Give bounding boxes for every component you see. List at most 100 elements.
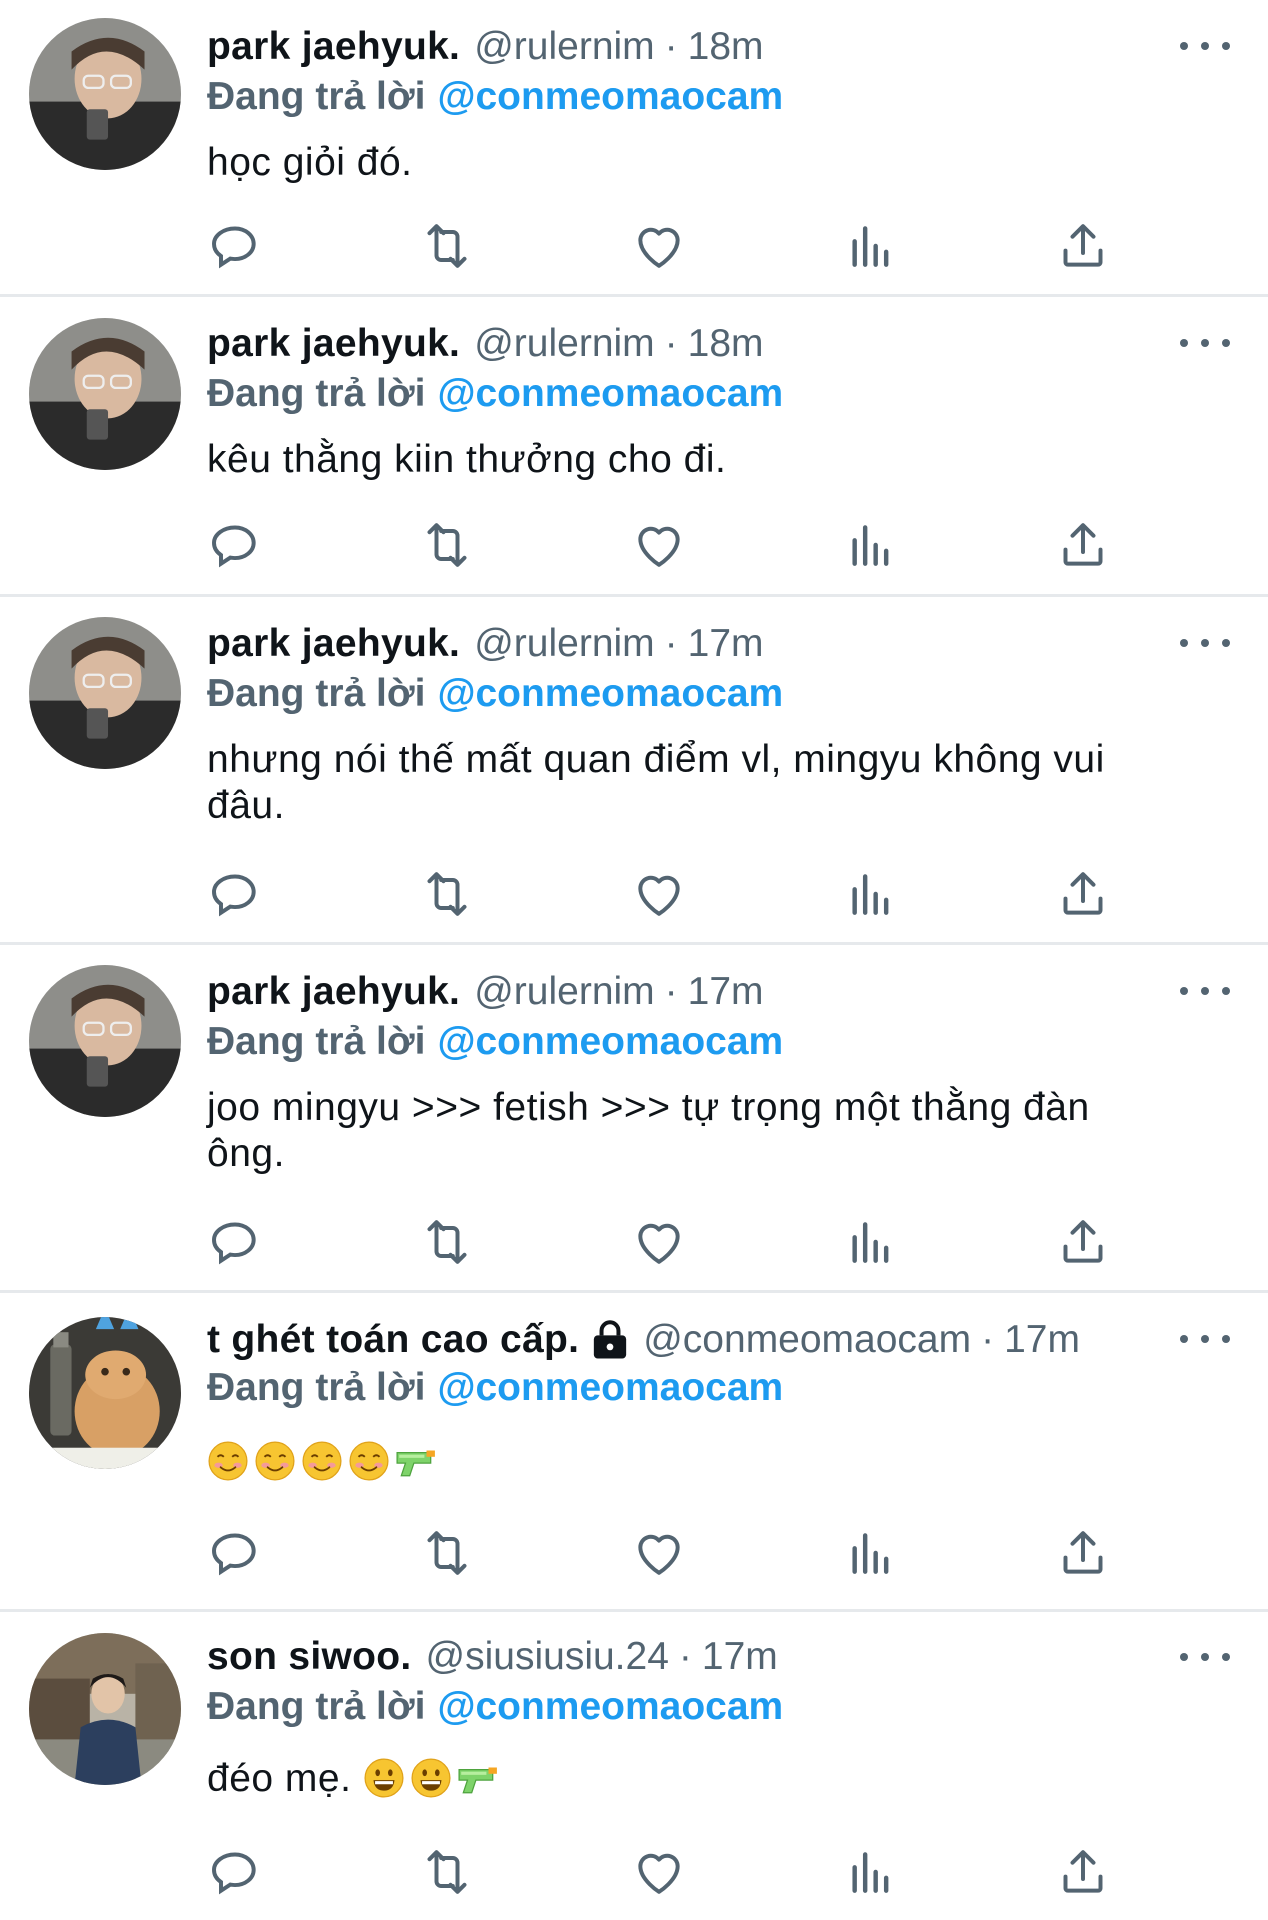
- separator-dot: ·: [981, 1318, 995, 1361]
- reply-icon[interactable]: [207, 1525, 263, 1581]
- reply-icon[interactable]: [207, 866, 263, 922]
- reply-mention-link[interactable]: @conmeomaocam: [437, 372, 783, 415]
- tweet-text: nhưng nói thế mất quan điểm vl, mingyu k…: [207, 737, 1207, 829]
- timestamp[interactable]: 17m: [688, 619, 764, 669]
- tweet[interactable]: park jaehyuk. @rulernim · 18m Đang trả l…: [0, 0, 1268, 294]
- share-icon[interactable]: [1055, 517, 1111, 573]
- reply-context: Đang trả lời @conmeomaocam: [207, 1017, 783, 1067]
- username-handle[interactable]: @conmeomaocam: [643, 1315, 971, 1365]
- more-icon[interactable]: [1180, 328, 1230, 358]
- retweet-icon[interactable]: [419, 1844, 475, 1900]
- display-name[interactable]: park jaehyuk.: [207, 967, 460, 1017]
- reply-mention-link[interactable]: @conmeomaocam: [437, 1020, 783, 1063]
- like-icon[interactable]: [631, 517, 687, 573]
- display-name[interactable]: park jaehyuk.: [207, 319, 460, 369]
- timestamp[interactable]: 17m: [1004, 1315, 1080, 1365]
- tweet-header: park jaehyuk. @rulernim · 18m: [207, 319, 764, 369]
- display-name[interactable]: park jaehyuk.: [207, 619, 460, 669]
- retweet-icon[interactable]: [419, 1214, 475, 1270]
- tweet[interactable]: park jaehyuk. @rulernim · 17m Đang trả l…: [0, 597, 1268, 942]
- more-icon[interactable]: [1180, 976, 1230, 1006]
- username-handle[interactable]: @rulernim: [474, 967, 654, 1017]
- timestamp[interactable]: 18m: [688, 22, 764, 72]
- reply-icon[interactable]: [207, 1214, 263, 1270]
- tweet-header: park jaehyuk. @rulernim · 17m: [207, 967, 764, 1017]
- timestamp[interactable]: 17m: [702, 1632, 778, 1682]
- reply-mention-link[interactable]: @conmeomaocam: [437, 1366, 783, 1409]
- share-icon[interactable]: [1055, 1525, 1111, 1581]
- action-bar: [207, 218, 1127, 274]
- tweet-header: son siwoo. @siusiusiu.24 · 17m: [207, 1632, 778, 1682]
- avatar[interactable]: [29, 18, 181, 170]
- share-icon[interactable]: [1055, 218, 1111, 274]
- username-handle[interactable]: @rulernim: [474, 319, 654, 369]
- reply-context: Đang trả lời @conmeomaocam: [207, 72, 783, 122]
- retweet-icon[interactable]: [419, 517, 475, 573]
- avatar[interactable]: [29, 1633, 181, 1785]
- tweet-header: park jaehyuk. @rulernim · 17m: [207, 619, 764, 669]
- like-icon[interactable]: [631, 1525, 687, 1581]
- username-handle[interactable]: @rulernim: [474, 619, 654, 669]
- replying-to-label: Đang trả lời: [207, 372, 426, 415]
- replying-to-label: Đang trả lời: [207, 1366, 426, 1409]
- tweet[interactable]: t ghét toán cao cấp. @conmeomaocam · 17m…: [0, 1293, 1268, 1609]
- share-icon[interactable]: [1055, 1844, 1111, 1900]
- views-icon[interactable]: [843, 866, 899, 922]
- share-icon[interactable]: [1055, 1214, 1111, 1270]
- reply-mention-link[interactable]: @conmeomaocam: [437, 1685, 783, 1728]
- timestamp[interactable]: 17m: [688, 967, 764, 1017]
- like-icon[interactable]: [631, 1844, 687, 1900]
- lock-icon: [591, 1320, 629, 1360]
- avatar[interactable]: [29, 617, 181, 769]
- timestamp[interactable]: 18m: [688, 319, 764, 369]
- reply-icon[interactable]: [207, 517, 263, 573]
- retweet-icon[interactable]: [419, 218, 475, 274]
- more-icon[interactable]: [1180, 628, 1230, 658]
- tweet-text: đéo mẹ.: [207, 1756, 1207, 1802]
- tweet[interactable]: son siwoo. @siusiusiu.24 · 17m Đang trả …: [0, 1612, 1268, 1920]
- reply-thread: park jaehyuk. @rulernim · 18m Đang trả l…: [0, 0, 1268, 1920]
- tweet-header: t ghét toán cao cấp. @conmeomaocam · 17m: [207, 1315, 1080, 1365]
- retweet-icon[interactable]: [419, 866, 475, 922]
- views-icon[interactable]: [843, 218, 899, 274]
- reply-mention-link[interactable]: @conmeomaocam: [437, 75, 783, 118]
- separator-dot: ·: [664, 622, 678, 665]
- smiling-face-emoji: [207, 1440, 249, 1482]
- display-name[interactable]: park jaehyuk.: [207, 22, 460, 72]
- display-name[interactable]: son siwoo.: [207, 1632, 412, 1682]
- tweet-text-line: ông.: [207, 1132, 285, 1175]
- reply-mention-link[interactable]: @conmeomaocam: [437, 672, 783, 715]
- like-icon[interactable]: [631, 218, 687, 274]
- like-icon[interactable]: [631, 1214, 687, 1270]
- retweet-icon[interactable]: [419, 1525, 475, 1581]
- avatar[interactable]: [29, 965, 181, 1117]
- views-icon[interactable]: [843, 1525, 899, 1581]
- avatar[interactable]: [29, 318, 181, 470]
- replying-to-label: Đang trả lời: [207, 75, 426, 118]
- tweet-text-line: nhưng nói thế mất quan điểm vl, mingyu k…: [207, 738, 1105, 781]
- tweet[interactable]: park jaehyuk. @rulernim · 18m Đang trả l…: [0, 297, 1268, 594]
- views-icon[interactable]: [843, 517, 899, 573]
- username-handle[interactable]: @siusiusiu.24: [426, 1632, 669, 1682]
- action-bar: [207, 866, 1127, 922]
- reply-context: Đang trả lời @conmeomaocam: [207, 1363, 783, 1413]
- reply-icon[interactable]: [207, 218, 263, 274]
- tweet-text: kêu thằng kiin thưởng cho đi.: [207, 438, 727, 481]
- more-icon[interactable]: [1180, 31, 1230, 61]
- more-icon[interactable]: [1180, 1324, 1230, 1354]
- reply-context: Đang trả lời @conmeomaocam: [207, 369, 783, 419]
- username-handle[interactable]: @rulernim: [474, 22, 654, 72]
- action-bar: [207, 1844, 1127, 1900]
- action-bar: [207, 1525, 1127, 1581]
- more-icon[interactable]: [1180, 1642, 1230, 1672]
- like-icon[interactable]: [631, 866, 687, 922]
- views-icon[interactable]: [843, 1214, 899, 1270]
- grinning-face-emoji: [363, 1757, 405, 1799]
- display-name[interactable]: t ghét toán cao cấp.: [207, 1315, 579, 1365]
- share-icon[interactable]: [1055, 866, 1111, 922]
- avatar[interactable]: [29, 1317, 181, 1469]
- reply-icon[interactable]: [207, 1844, 263, 1900]
- tweet[interactable]: park jaehyuk. @rulernim · 17m Đang trả l…: [0, 945, 1268, 1290]
- tweet-text-line: joo mingyu >>> fetish >>> tự trọng một t…: [207, 1086, 1090, 1129]
- views-icon[interactable]: [843, 1844, 899, 1900]
